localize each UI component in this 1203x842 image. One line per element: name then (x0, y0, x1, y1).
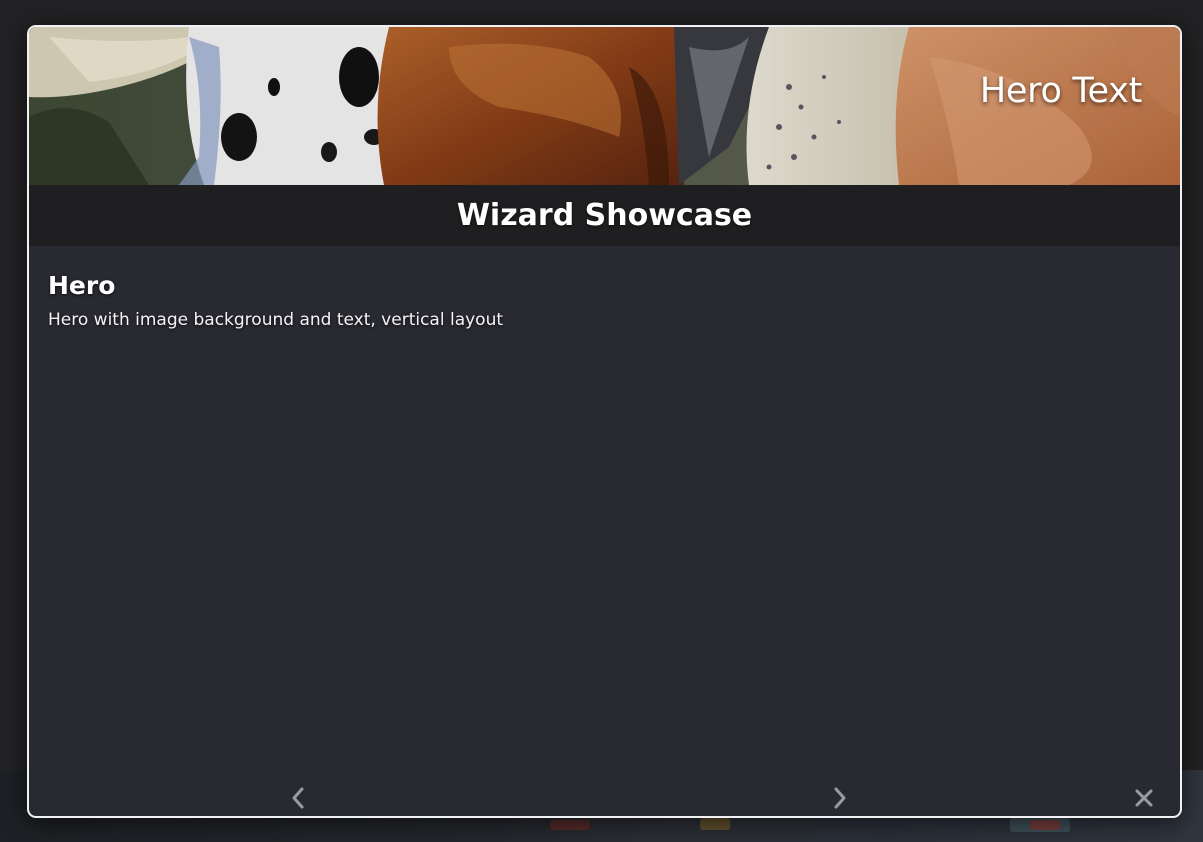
backdrop-blob (550, 820, 590, 830)
next-button[interactable] (825, 783, 855, 813)
previous-button[interactable] (283, 783, 313, 813)
close-button[interactable] (1129, 783, 1159, 813)
page-description: Hero with image background and text, ver… (48, 310, 504, 330)
hero-banner: Hero Text (29, 27, 1180, 185)
backdrop-blob (1030, 820, 1060, 830)
hero-text: Hero Text (979, 71, 1142, 111)
backdrop-blob (700, 818, 730, 830)
wizard-title: Wizard Showcase (456, 198, 753, 233)
wizard-page-content: Hero Hero with image background and text… (48, 271, 1158, 330)
chevron-left-icon (292, 787, 304, 809)
chevron-right-icon (834, 787, 846, 809)
page-heading: Hero (48, 271, 116, 300)
wizard-title-bar: Wizard Showcase (29, 185, 1180, 246)
wizard-dialog: Hero Text Wizard Showcase Hero Hero with… (27, 25, 1182, 818)
close-icon (1135, 789, 1153, 807)
